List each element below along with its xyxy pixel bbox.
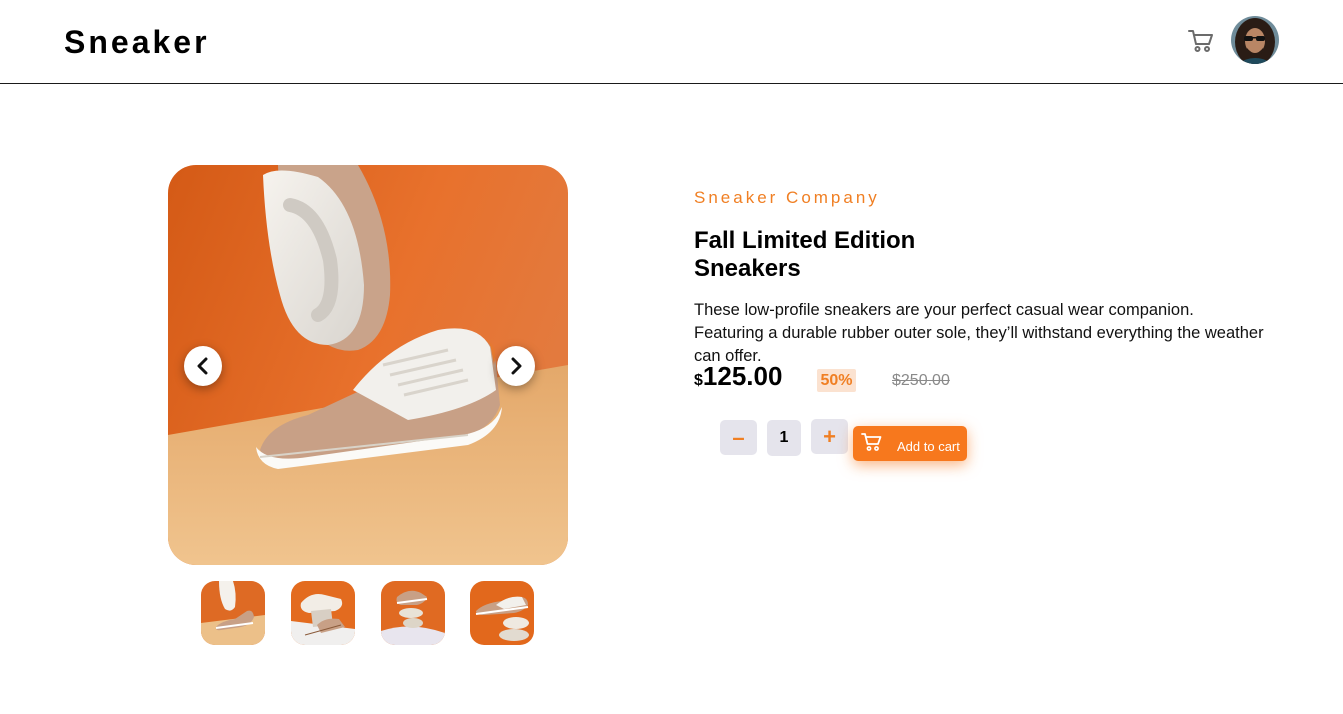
increase-quantity-button[interactable]: + bbox=[811, 419, 848, 454]
quantity-value: 1 bbox=[767, 420, 801, 456]
product-title-line-1: Fall Limited Edition bbox=[694, 227, 916, 254]
original-price: $250.00 bbox=[892, 372, 950, 389]
user-avatar[interactable] bbox=[1231, 16, 1279, 64]
previous-image-button[interactable] bbox=[184, 346, 222, 386]
thumbnail-3[interactable] bbox=[381, 581, 445, 645]
site-header: Sneaker bbox=[0, 0, 1343, 84]
add-to-cart-label: Add to cart bbox=[897, 439, 960, 454]
company-name: Sneaker Company bbox=[694, 188, 880, 207]
chevron-left-icon bbox=[197, 357, 208, 375]
thumbnail-4[interactable] bbox=[470, 581, 534, 645]
current-price: $ 125.00 bbox=[694, 361, 782, 392]
next-image-button[interactable] bbox=[497, 346, 535, 386]
cart-button[interactable] bbox=[1187, 28, 1215, 54]
price-currency: $ bbox=[694, 372, 703, 389]
chevron-right-icon bbox=[511, 357, 522, 375]
price-amount: 125.00 bbox=[702, 361, 783, 391]
thumbnail-2-image bbox=[291, 581, 355, 645]
add-to-cart-button[interactable]: Add to cart bbox=[853, 426, 967, 461]
cart-icon bbox=[1188, 30, 1213, 52]
thumbnail-1[interactable] bbox=[201, 581, 265, 645]
thumbnail-2[interactable] bbox=[291, 581, 355, 645]
avatar-image bbox=[1231, 16, 1279, 64]
decrease-quantity-button[interactable]: – bbox=[720, 420, 757, 455]
thumbnail-3-image bbox=[381, 581, 445, 645]
product-title-line-2: Sneakers bbox=[694, 255, 801, 282]
cart-icon bbox=[861, 433, 882, 451]
product-description: These low-profile sneakers are your perf… bbox=[694, 301, 1264, 365]
thumbnail-4-image bbox=[470, 581, 534, 645]
site-logo[interactable]: Sneaker bbox=[64, 22, 210, 62]
discount-badge: 50% bbox=[817, 369, 856, 392]
product-title: Fall Limited Edition Sneakers bbox=[694, 227, 974, 283]
thumbnail-1-image bbox=[201, 581, 265, 645]
